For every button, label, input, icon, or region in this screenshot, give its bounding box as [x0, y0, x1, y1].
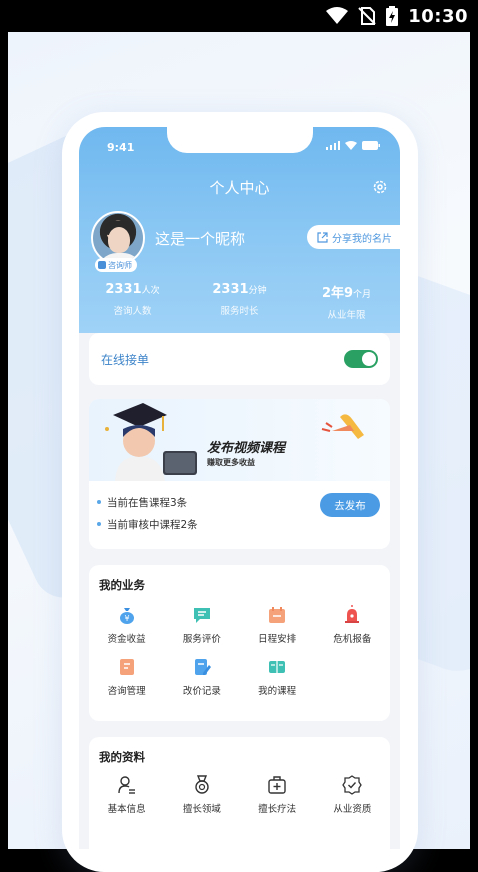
- wifi-small-icon: [345, 141, 357, 150]
- certificate-icon: [342, 775, 363, 795]
- inner-status-time: 9:41: [107, 141, 135, 154]
- phone-notch: [167, 127, 313, 153]
- alarm-icon: [345, 605, 360, 623]
- medal-icon: [195, 775, 209, 794]
- course-icon: [269, 661, 286, 673]
- business-item-crisis-report[interactable]: 危机报备: [315, 605, 390, 645]
- online-order-card: 在线接单: [89, 333, 390, 385]
- inner-status-icons: [326, 141, 380, 150]
- no-sim-icon: [358, 7, 376, 25]
- course-status-list: 当前在售课程3条 当前审核中课程2条: [97, 491, 198, 535]
- wifi-icon: [326, 7, 349, 24]
- stat-experience-years: 2年9个月 从业年限: [321, 286, 372, 321]
- stats-row: 2331人次 咨询人数 2331分钟 服务时长 2年9个月 从业年限: [79, 282, 400, 321]
- profile-grid: 基本信息 擅长领域 擅长疗法 从业资质: [89, 775, 390, 815]
- system-time: 10:30: [408, 5, 468, 27]
- business-item-consult-manage[interactable]: 咨询管理: [89, 657, 164, 697]
- person-info-icon: [117, 776, 135, 794]
- share-icon: [317, 231, 328, 243]
- business-item-schedule[interactable]: 日程安排: [240, 605, 315, 645]
- avatar[interactable]: [91, 211, 145, 265]
- stat-consult-count: 2331人次 咨询人数: [105, 282, 160, 317]
- publish-course-card: 发布视频课程 赚取更多收益 当前在售课程3条 当前审核中课程2条 去发布: [89, 399, 390, 549]
- online-order-label: 在线接单: [101, 352, 150, 367]
- my-profile-card: 我的资料 基本信息 擅长领域 擅长疗法 从业资质: [89, 737, 390, 849]
- system-status-bar: 10:30: [0, 0, 478, 32]
- comment-icon: [193, 608, 210, 623]
- graduate-illustration-icon: [105, 403, 197, 481]
- profile-item-therapy[interactable]: 擅长疗法: [240, 775, 315, 815]
- profile-item-basic-info[interactable]: 基本信息: [89, 775, 164, 815]
- course-status-item: 当前在售课程3条: [97, 491, 198, 513]
- business-item-price-record[interactable]: 改价记录: [164, 657, 239, 697]
- share-card-button[interactable]: 分享我的名片: [307, 225, 400, 249]
- edit-record-icon: [194, 659, 211, 675]
- money-bag-icon: ¥: [119, 608, 134, 624]
- promo-title: 发布视频课程: [207, 441, 286, 456]
- profile-item-qualification[interactable]: 从业资质: [315, 775, 390, 815]
- battery-small-icon: [362, 141, 380, 150]
- pencil-illustration-icon: [321, 414, 364, 439]
- calendar-icon: [269, 607, 286, 623]
- app-screen: 9:41 个人中心 咨询师 这是一个昵称 分享我的名片 2331人次 咨询人数: [79, 127, 400, 849]
- section-title-business: 我的业务: [99, 578, 145, 592]
- document-icon: [119, 659, 134, 675]
- profile-header: 9:41 个人中心 咨询师 这是一个昵称 分享我的名片 2331人次 咨询人数: [79, 127, 400, 333]
- business-item-my-course[interactable]: 我的课程: [240, 657, 315, 697]
- section-title-profile: 我的资料: [99, 750, 145, 764]
- badge-icon: [98, 261, 106, 269]
- business-item-income[interactable]: ¥ 资金收益: [89, 605, 164, 645]
- business-item-review[interactable]: 服务评价: [164, 605, 239, 645]
- role-badge: 咨询师: [95, 258, 137, 272]
- role-badge-label: 咨询师: [108, 260, 132, 270]
- battery-charging-icon: [386, 6, 399, 26]
- page-title: 个人中心: [209, 179, 270, 197]
- nickname: 这是一个昵称: [155, 230, 246, 248]
- online-order-toggle[interactable]: [344, 350, 378, 368]
- my-business-card: 我的业务 ¥ 资金收益 服务评价 日程安排 危机报备 咨询管理 改价记录 我的课…: [89, 565, 390, 721]
- share-card-label: 分享我的名片: [332, 233, 392, 245]
- publish-button[interactable]: 去发布: [320, 493, 380, 517]
- medical-kit-icon: [268, 776, 286, 794]
- profile-item-expertise[interactable]: 擅长领域: [164, 775, 239, 815]
- business-grid: ¥ 资金收益 服务评价 日程安排 危机报备 咨询管理 改价记录 我的课程: [89, 605, 390, 697]
- stat-service-time: 2331分钟 服务时长: [212, 282, 267, 317]
- course-status-item: 当前审核中课程2条: [97, 513, 198, 535]
- promo-banner[interactable]: 发布视频课程 赚取更多收益: [89, 399, 390, 481]
- svg-text:¥: ¥: [124, 614, 129, 623]
- settings-gear-icon[interactable]: [372, 179, 388, 195]
- signal-icon: [326, 141, 340, 150]
- promo-subtitle: 赚取更多收益: [207, 458, 255, 467]
